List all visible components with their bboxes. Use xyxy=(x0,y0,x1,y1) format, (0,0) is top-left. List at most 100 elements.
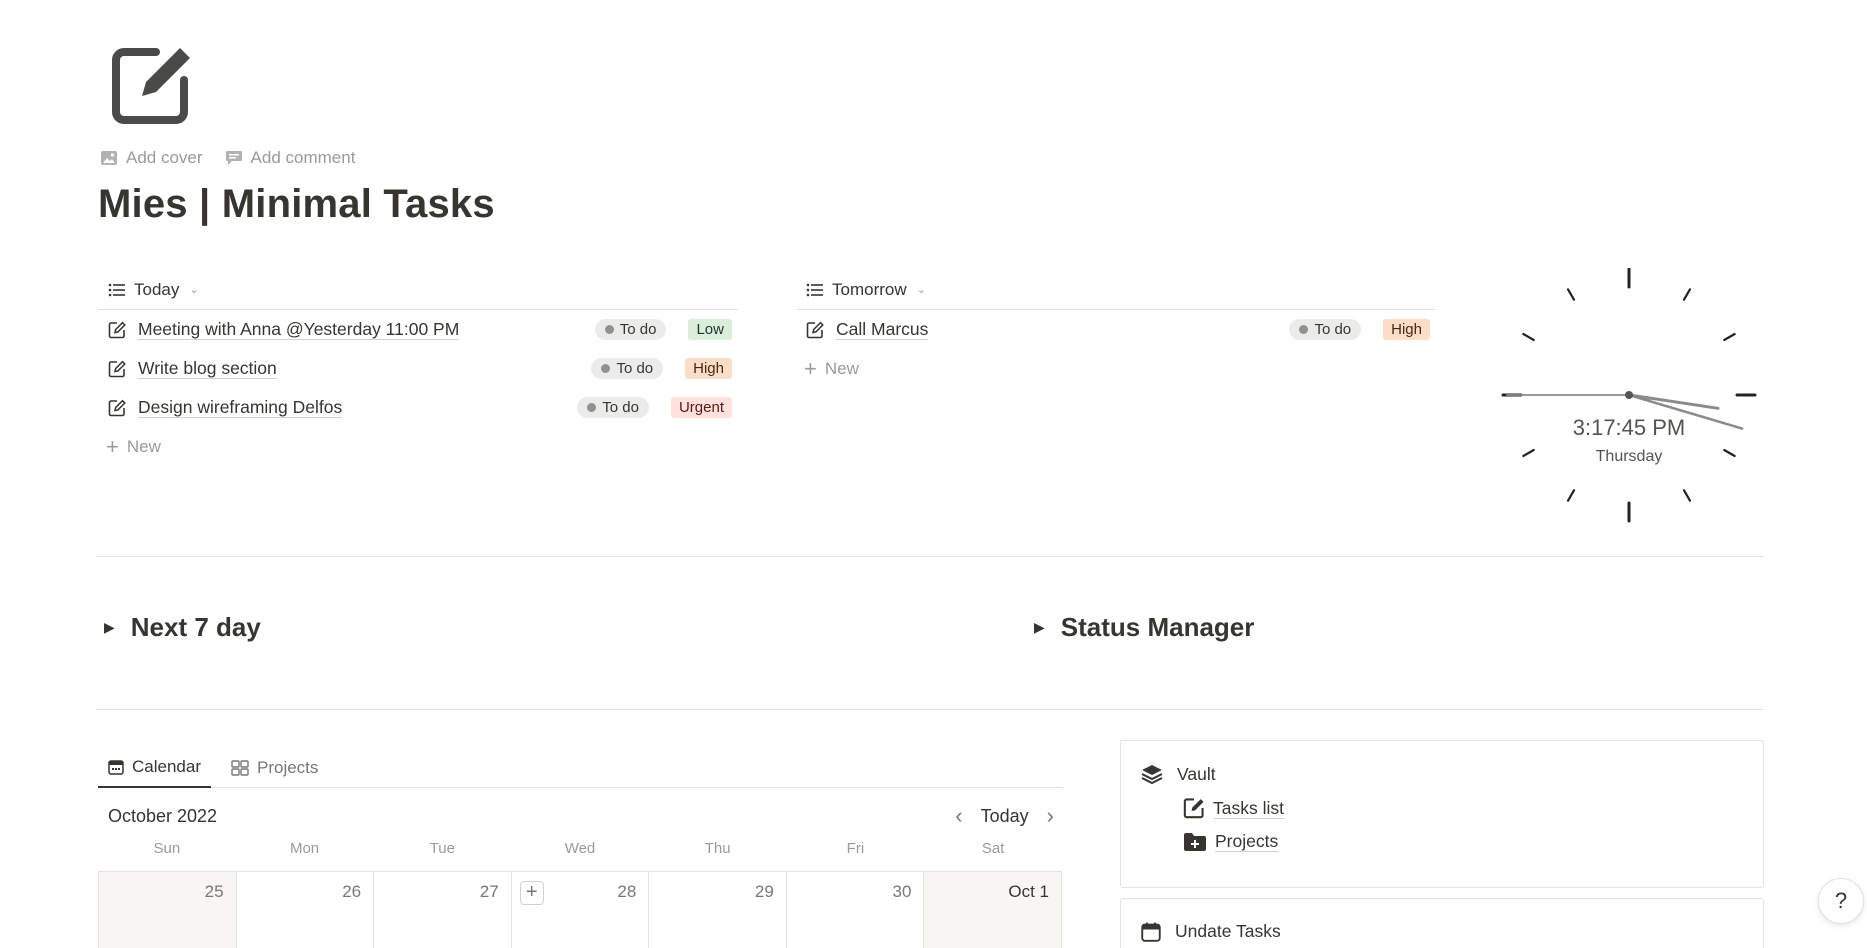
task-row[interactable]: Meeting with Anna @Yesterday 11:00 PM To… xyxy=(98,310,738,349)
tomorrow-database: Tomorrow ⌄ Call Marcus To do High + New xyxy=(796,270,1436,388)
calendar-day[interactable]: 26 xyxy=(237,872,375,948)
status-badge: To do xyxy=(577,397,649,418)
calendar-grid: 25 26 27 +28 29 30 Oct 1 xyxy=(98,871,1062,948)
edit-square-icon xyxy=(1183,798,1204,819)
list-icon xyxy=(108,283,125,296)
status-label: To do xyxy=(616,360,654,377)
vault-card: Vault Tasks list Projects xyxy=(1120,740,1764,888)
new-task-button[interactable]: + New xyxy=(98,427,738,466)
clock-center xyxy=(1625,391,1633,399)
update-tasks-card: Undate Tasks xyxy=(1120,898,1764,948)
toggle-label: Next 7 day xyxy=(130,612,261,642)
page-actions: Add cover Add comment xyxy=(100,148,355,168)
chevron-right-icon[interactable]: › xyxy=(1047,803,1054,829)
toggle-next-7-day[interactable]: ▶ Next 7 day xyxy=(104,612,261,643)
clock-tick xyxy=(1522,448,1535,458)
tomorrow-view-label: Tomorrow xyxy=(832,279,907,299)
clock-hour-hand xyxy=(1627,393,1720,410)
calendar-day[interactable]: +28 xyxy=(512,872,650,948)
page-title[interactable]: Mies | Minimal Tasks xyxy=(98,182,495,227)
edit-square-icon xyxy=(806,321,824,338)
weekday-label: Sat xyxy=(981,840,1005,857)
weekday-label: Mon xyxy=(289,840,320,857)
calendar-icon xyxy=(108,760,124,775)
day-number: 25 xyxy=(204,882,224,901)
clock-tick xyxy=(1522,332,1535,342)
add-event-button[interactable]: + xyxy=(519,881,544,905)
task-row[interactable]: Write blog section To do High xyxy=(98,349,738,388)
vault-title: Vault xyxy=(1177,763,1216,784)
calendar-day[interactable]: 25 xyxy=(99,872,237,948)
day-number: 29 xyxy=(754,882,774,901)
weekday-label: Sun xyxy=(153,840,181,857)
task-title[interactable]: Call Marcus xyxy=(836,319,929,340)
calendar-day[interactable]: 29 xyxy=(649,872,787,948)
clock-tick xyxy=(1682,288,1692,301)
calendar-month: October 2022 xyxy=(108,805,218,826)
tab-label: Calendar xyxy=(132,757,201,776)
update-title[interactable]: Undate Tasks xyxy=(1175,921,1281,942)
chevron-left-icon[interactable]: ‹ xyxy=(955,803,962,829)
weekday-label: Thu xyxy=(704,840,731,857)
comment-icon xyxy=(225,151,242,165)
calendar-header: October 2022 ‹ Today › xyxy=(98,798,1062,834)
clock-tick xyxy=(1723,332,1736,342)
toggle-status-manager[interactable]: ▶ Status Manager xyxy=(1034,612,1254,643)
task-title[interactable]: Design wireframing Delfos xyxy=(138,397,343,418)
add-comment-label: Add comment xyxy=(250,148,356,167)
calendar-day[interactable]: 27 xyxy=(374,872,512,948)
priority-badge: Urgent xyxy=(670,397,732,418)
tab-projects[interactable]: Projects xyxy=(221,748,328,788)
plus-icon: + xyxy=(804,355,817,381)
status-badge: To do xyxy=(594,319,667,340)
triangle-right-icon: ▶ xyxy=(104,619,115,635)
vault-link-projects[interactable]: Projects xyxy=(1121,831,1763,852)
calendar-day[interactable]: Oct 1 xyxy=(924,872,1062,948)
clock-tick xyxy=(1682,489,1692,502)
clock-tick xyxy=(1723,448,1736,458)
clock-tick xyxy=(1566,489,1576,502)
layers-icon xyxy=(1141,765,1163,785)
task-row[interactable]: Design wireframing Delfos To do Urgent xyxy=(98,388,738,427)
list-icon xyxy=(806,283,823,296)
section-divider xyxy=(96,709,1764,710)
new-task-button[interactable]: + New xyxy=(796,349,1436,388)
clock-widget: 3:17:45 PM Thursday xyxy=(1501,268,1757,523)
calendar-view-tabs: Calendar Projects xyxy=(98,748,1062,788)
link-label: Tasks list xyxy=(1213,797,1284,819)
add-comment-button[interactable]: Add comment xyxy=(225,148,356,168)
today-view-label: Today xyxy=(134,279,180,299)
triangle-right-icon: ▶ xyxy=(1034,619,1045,635)
task-row[interactable]: Call Marcus To do High xyxy=(796,310,1436,349)
day-number: Oct 1 xyxy=(1008,882,1049,901)
tab-calendar[interactable]: Calendar xyxy=(98,748,211,788)
gallery-icon xyxy=(231,760,249,776)
status-label: To do xyxy=(1314,321,1352,338)
edit-square-icon[interactable] xyxy=(108,38,198,128)
today-view-selector[interactable]: Today ⌄ xyxy=(98,270,738,310)
task-title[interactable]: Write blog section xyxy=(138,358,277,379)
weekday-label: Fri xyxy=(846,840,865,857)
chevron-down-icon: ⌄ xyxy=(916,284,926,296)
add-cover-label: Add cover xyxy=(126,148,203,167)
help-button[interactable]: ? xyxy=(1818,878,1864,924)
task-title[interactable]: Meeting with Anna @Yesterday 11:00 PM xyxy=(138,319,460,340)
weekday-label: Tue xyxy=(429,840,455,857)
calendar-icon xyxy=(1141,922,1161,942)
vault-link-tasks-list[interactable]: Tasks list xyxy=(1121,797,1763,819)
today-button[interactable]: Today xyxy=(981,806,1029,827)
edit-square-icon xyxy=(108,399,126,416)
day-number: 26 xyxy=(342,882,362,901)
link-label: Projects xyxy=(1215,831,1279,852)
clock-tick xyxy=(1566,288,1576,301)
plus-icon: + xyxy=(106,433,119,459)
new-label: New xyxy=(824,358,859,378)
calendar-day[interactable]: 30 xyxy=(787,872,925,948)
edit-square-icon xyxy=(108,321,126,338)
add-cover-button[interactable]: Add cover xyxy=(100,148,203,168)
edit-square-icon xyxy=(108,360,126,377)
clock-day: Thursday xyxy=(1596,448,1663,465)
tomorrow-view-selector[interactable]: Tomorrow ⌄ xyxy=(796,270,1436,310)
tab-label: Projects xyxy=(257,758,319,777)
status-badge: To do xyxy=(1289,319,1362,340)
